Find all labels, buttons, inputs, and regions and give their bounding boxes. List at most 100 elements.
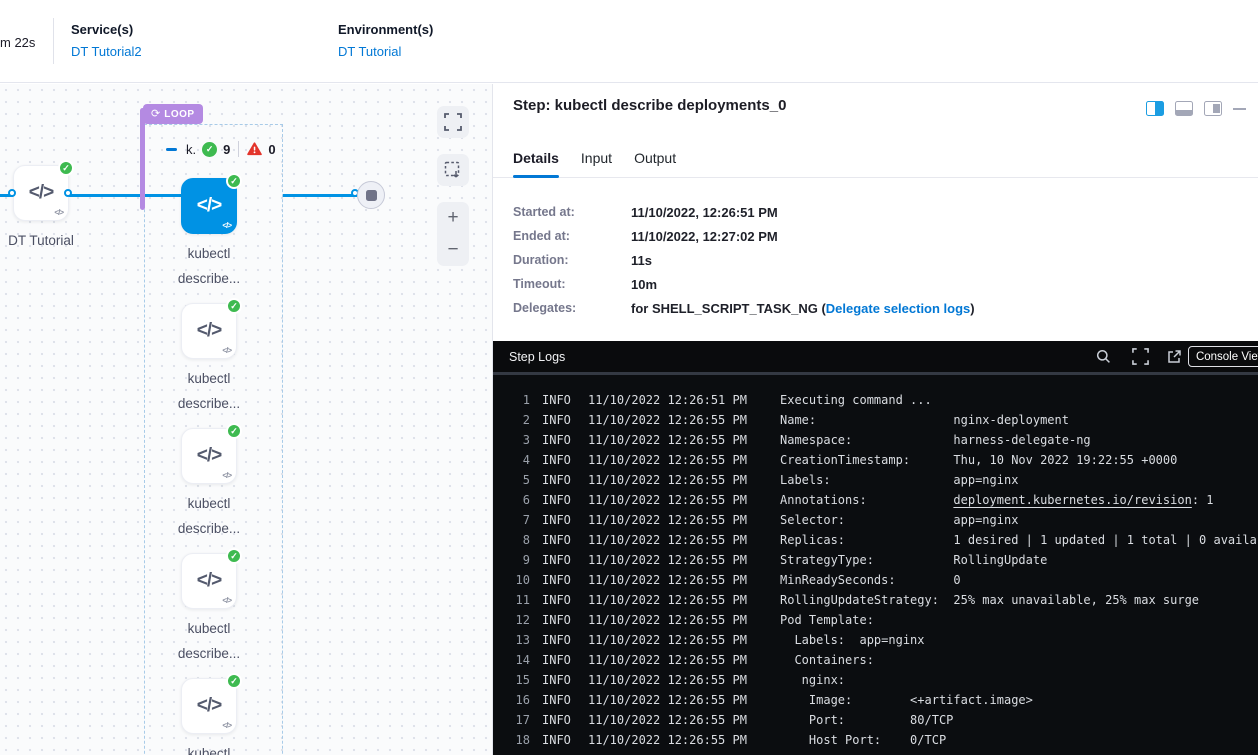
log-line: 1INFO11/10/2022 12:26:51 PMExecuting com… [493,390,1258,410]
node-label-kubectl-describe-1: kubectl describe... [149,366,269,416]
log-fullscreen-button[interactable] [1132,341,1149,372]
tab-output[interactable]: Output [634,140,676,177]
node-kubectl-describe-3[interactable]: </></>✓ [181,553,237,609]
log-timestamp: 11/10/2022 12:26:55 PM [588,693,748,707]
code-icon: </> [197,445,221,467]
step-logs-toolbar: Step Logs Console View [493,341,1258,372]
detail-row-ended: Ended at: 11/10/2022, 12:27:02 PM [513,224,975,248]
tab-details[interactable]: Details [513,140,559,177]
node-kubectl-describe-4[interactable]: </></>✓ [181,678,237,734]
environment-block: Environment(s) DT Tutorial [338,22,433,59]
detail-label: Started at: [513,205,631,219]
elapsed-duration: m 22s [0,35,35,50]
service-link[interactable]: DT Tutorial2 [71,44,142,59]
group-name: k. [186,142,196,157]
log-level: INFO [542,673,572,687]
script-mini-icon: </> [222,596,231,605]
log-timestamp: 11/10/2022 12:26:55 PM [588,453,748,467]
collapse-group-button[interactable] [166,148,177,151]
service-block: Service(s) DT Tutorial2 [71,22,142,59]
service-label: Service(s) [71,22,142,37]
log-line: 18INFO11/10/2022 12:26:55 PM Host Port: … [493,730,1258,750]
log-level: INFO [542,513,572,527]
log-level: INFO [542,613,572,627]
layout-split-right-icon[interactable] [1146,101,1164,116]
external-link-icon [1166,349,1182,365]
success-count: 9 [223,142,230,157]
log-line: 11INFO11/10/2022 12:26:55 PMRollingUpdat… [493,590,1258,610]
detail-row-duration: Duration: 11s [513,248,975,272]
environment-label: Environment(s) [338,22,433,37]
panel-layout-controls [1146,101,1246,116]
detail-label: Timeout: [513,277,631,291]
pipeline-end-node[interactable] [357,181,385,209]
step-tabs: Details Input Output [493,140,1258,178]
console-view-button[interactable]: Console View [1188,346,1258,367]
layout-bottom-icon[interactable] [1175,101,1193,116]
layout-right-icon[interactable] [1204,101,1222,116]
log-line: 15INFO11/10/2022 12:26:55 PM nginx: [493,670,1258,690]
log-timestamp: 11/10/2022 12:26:55 PM [588,533,748,547]
step-title: Step: kubectl describe deployments_0 [513,97,786,114]
log-line: 16INFO11/10/2022 12:26:55 PM Image: <+ar… [493,690,1258,710]
expand-icon [1132,348,1149,365]
log-line-number: 15 [493,673,530,687]
log-message: MinReadySeconds: 0 [780,573,961,587]
script-mini-icon: </> [222,346,231,355]
log-line: 12INFO11/10/2022 12:26:55 PMPod Template… [493,610,1258,630]
delegate-selection-logs-link[interactable]: Delegate selection logs [826,301,971,316]
log-level: INFO [542,393,572,407]
log-level: INFO [542,713,572,727]
loop-badge[interactable]: ⟳ LOOP [143,104,203,124]
detail-row-timeout: Timeout: 10m [513,272,975,296]
success-badge-icon: ✓ [226,548,242,564]
node-kubectl-describe-2[interactable]: </></>✓ [181,428,237,484]
log-message: Executing command ... [780,393,932,407]
detail-label: Delegates: [513,301,631,315]
log-line-number: 3 [493,433,530,447]
log-timestamp: 11/10/2022 12:26:55 PM [588,513,748,527]
step-details-list: Started at: 11/10/2022, 12:26:51 PM Ende… [513,200,975,320]
success-badge-icon: ✓ [226,298,242,314]
log-timestamp: 11/10/2022 12:26:55 PM [588,733,748,747]
log-message: CreationTimestamp: Thu, 10 Nov 2022 19:2… [780,453,1177,467]
log-console[interactable]: 1INFO11/10/2022 12:26:51 PMExecuting com… [493,372,1258,755]
step-logs-section: Step Logs Console View 1 INFO 11/10/2022 1… [493,341,1258,755]
log-open-new-tab-button[interactable] [1166,341,1182,372]
log-timestamp: 11/10/2022 12:26:55 PM [588,473,748,487]
zoom-in-button[interactable]: + [437,202,469,234]
node-label-kubectl-describe-4: kubectl describe... [149,741,269,755]
fullscreen-icon [444,113,462,131]
pipeline-graph-canvas[interactable]: ⟳ LOOP k. ✓ 9 0 </> </> ✓ DT Tutorial </… [0,84,492,755]
detail-row-started: Started at: 11/10/2022, 12:26:51 PM [513,200,975,224]
minimize-panel-icon[interactable] [1233,108,1246,110]
log-line: 10INFO11/10/2022 12:26:55 PMMinReadySeco… [493,570,1258,590]
log-line-number: 14 [493,653,530,667]
log-link[interactable]: deployment.kubernetes.io/revision [953,493,1191,507]
canvas-fit-selection-button[interactable] [437,154,469,186]
log-level: INFO [542,573,572,587]
node-label-kubectl-describe-0: kubectl describe... [149,241,269,291]
tab-input[interactable]: Input [581,140,612,177]
log-line: 3INFO11/10/2022 12:26:55 PMNamespace: ha… [493,430,1258,450]
log-search-button[interactable] [1096,341,1111,372]
zoom-out-button[interactable]: − [437,234,469,266]
warning-count: 0 [268,142,275,157]
node-kubectl-describe-0[interactable]: </></>✓ [181,178,237,234]
log-line-number: 10 [493,573,530,587]
canvas-fullscreen-button[interactable] [437,106,469,138]
detail-label: Duration: [513,253,631,267]
log-line-number: 7 [493,513,530,527]
log-message: Pod Template: [780,613,874,627]
node-kubectl-describe-1[interactable]: </></>✓ [181,303,237,359]
stop-icon [366,190,377,201]
log-line-number: 2 [493,413,530,427]
log-line-number: 1 [493,393,530,407]
connector-in-dot[interactable] [8,189,16,197]
node-dt-tutorial[interactable]: </> </> ✓ [13,165,69,221]
loop-icon: ⟳ [151,109,160,120]
count-divider [238,141,239,157]
connector-out-dot[interactable] [64,189,72,197]
edge-group-to-end [283,194,357,197]
environment-link[interactable]: DT Tutorial [338,44,433,59]
